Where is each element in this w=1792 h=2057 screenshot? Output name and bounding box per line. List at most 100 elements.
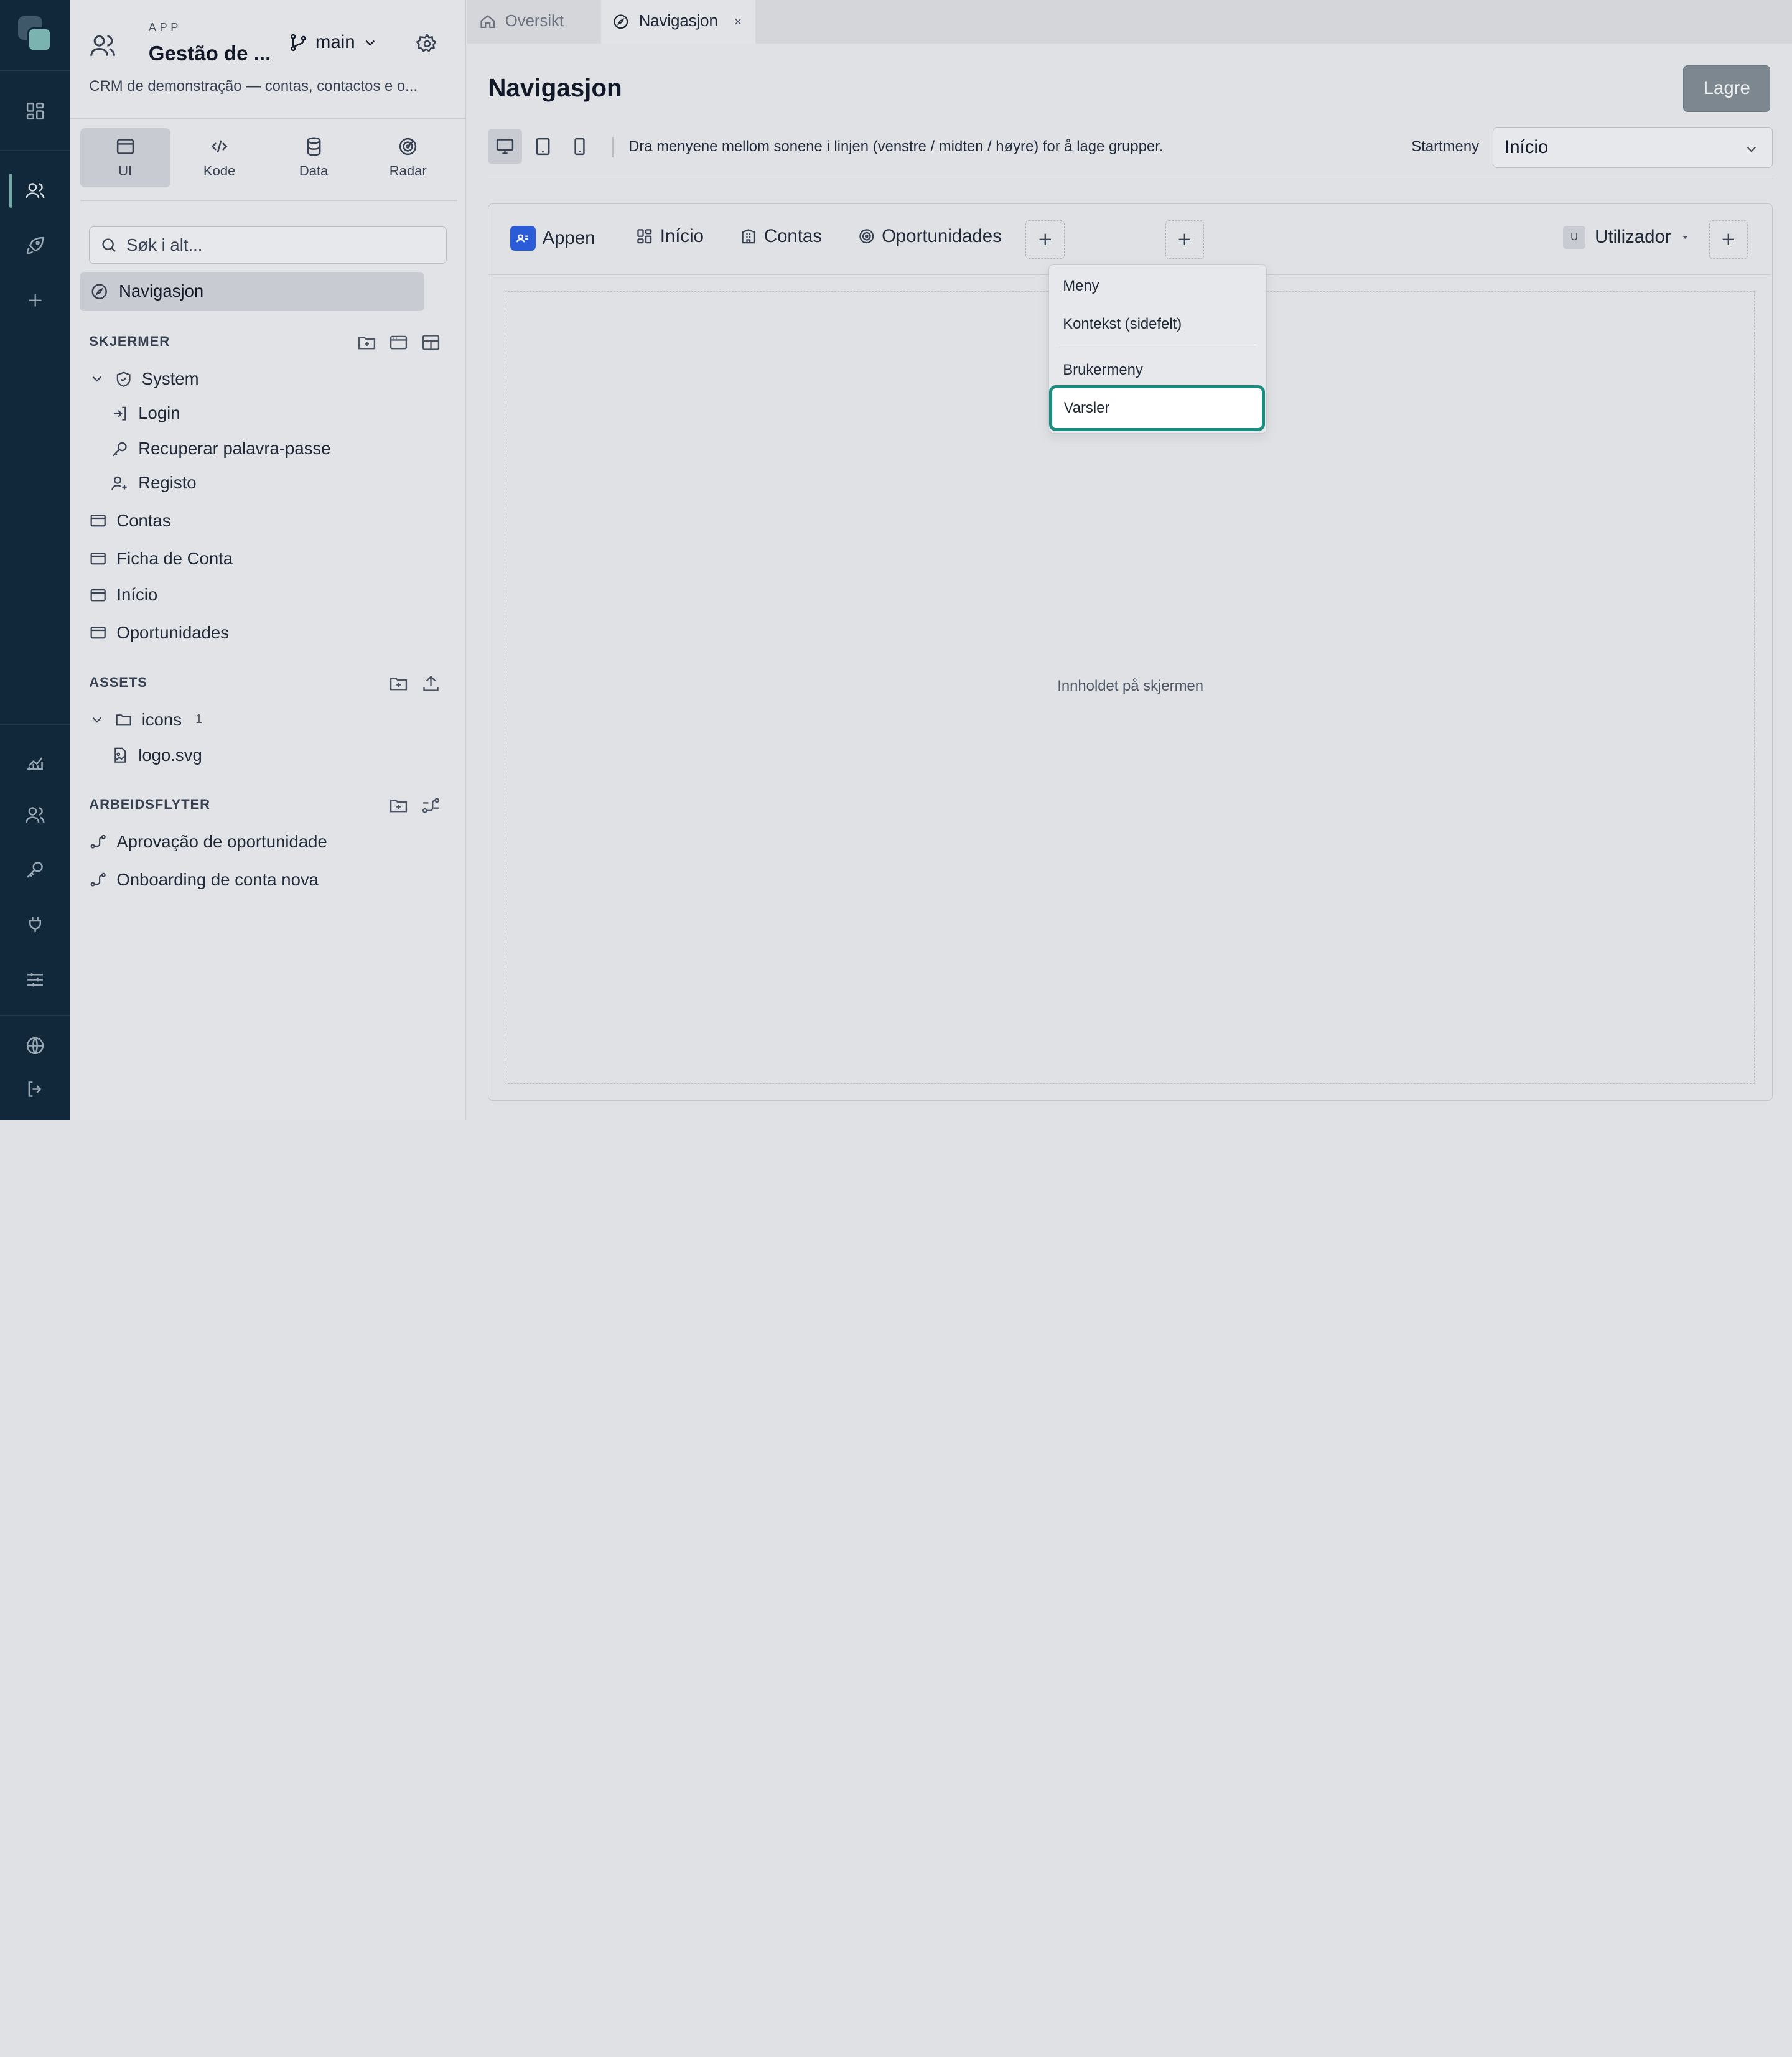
tree-label: Ficha de Conta	[116, 548, 233, 568]
tree-item-register[interactable]: Registo	[111, 473, 197, 493]
tree-label: Onboarding de conta nova	[116, 869, 319, 889]
screen-icon	[89, 623, 107, 641]
add-middle-menu-button[interactable]	[1165, 220, 1204, 259]
tree-item-recover[interactable]: Recuperar palavra-passe	[111, 439, 331, 459]
tree-label: Aprovação de oportunidade	[116, 832, 327, 852]
contact-card-icon	[510, 225, 536, 251]
mode-ui[interactable]: UI	[80, 128, 170, 188]
compass-icon	[90, 282, 108, 301]
dashboard-icon[interactable]	[23, 98, 48, 123]
mode-data[interactable]: Data	[269, 128, 359, 188]
tab-label: Oversikt	[505, 12, 564, 30]
search-input[interactable]	[126, 235, 435, 255]
save-button[interactable]: Lagre	[1683, 65, 1771, 112]
rocket-icon[interactable]	[23, 233, 48, 258]
tree-label: Contas	[116, 511, 171, 530]
plug-icon[interactable]	[23, 912, 48, 937]
tree-item-oportunidades[interactable]: Oportunidades	[89, 623, 229, 643]
team-icon[interactable]	[23, 802, 48, 827]
tree-item-logo[interactable]: logo.svg	[111, 745, 202, 765]
start-menu-select[interactable]: Início	[1492, 126, 1773, 168]
tree-item-contas[interactable]: Contas	[89, 511, 171, 531]
login-icon	[111, 404, 129, 422]
analytics-icon[interactable]	[23, 749, 48, 773]
navbar-app-brand[interactable]: Appen	[510, 225, 595, 251]
branch-selector[interactable]: main	[288, 32, 378, 53]
tree-item-inicio[interactable]: Início	[89, 585, 157, 605]
new-folder-icon[interactable]	[388, 673, 409, 694]
plus-icon[interactable]	[23, 288, 48, 313]
menu-item-kontekst[interactable]: Kontekst (sidefelt)	[1063, 315, 1182, 333]
sidebar-item-navigasjon[interactable]: Navigasjon	[80, 272, 424, 311]
desktop-view-button[interactable]	[488, 129, 523, 164]
screens-tools	[357, 332, 441, 353]
screen-icon	[89, 549, 107, 567]
tree-label: Registo	[138, 473, 197, 493]
user-avatar: U	[1562, 225, 1586, 249]
app-users-icon	[89, 32, 116, 59]
add-left-menu-button[interactable]	[1025, 220, 1065, 259]
app-title[interactable]: Gestão de ...	[149, 42, 271, 66]
building-icon	[740, 228, 757, 245]
navbar-item-label: Início	[660, 225, 704, 246]
new-screen-icon[interactable]	[388, 332, 409, 353]
app-logo[interactable]	[18, 16, 52, 52]
close-icon[interactable]: ×	[734, 14, 742, 30]
new-folder-icon[interactable]	[388, 795, 409, 816]
screen-icon	[89, 511, 107, 529]
mode-label: UI	[118, 162, 133, 179]
sliders-icon[interactable]	[23, 967, 48, 992]
layout-icon[interactable]	[421, 332, 441, 353]
menu-item-varsler[interactable]: Varsler	[1049, 385, 1266, 431]
gear-icon[interactable]	[416, 33, 438, 55]
tree-group-system[interactable]: System	[89, 369, 199, 389]
tree-folder-icons[interactable]: icons 1	[89, 710, 202, 730]
tree-item-login[interactable]: Login	[111, 403, 180, 423]
logout-icon[interactable]	[23, 1076, 48, 1101]
target-icon	[858, 228, 875, 245]
mode-label: Radar	[389, 162, 427, 179]
tree-item-workflow-1[interactable]: Aprovação de oportunidade	[89, 832, 327, 852]
sidebar: APP Gestão de ... main CRM de demonstraç…	[70, 0, 467, 1120]
chevron-down-icon	[89, 712, 105, 728]
tree-item-workflow-2[interactable]: Onboarding de conta nova	[89, 870, 319, 890]
key-icon[interactable]	[23, 857, 48, 882]
database-icon	[304, 136, 324, 157]
workflow-icon	[89, 870, 107, 889]
icon-rail	[0, 0, 70, 1120]
mode-kode[interactable]: Kode	[174, 128, 264, 188]
add-right-menu-button[interactable]	[1709, 220, 1748, 259]
tab-oversikt[interactable]: Oversikt	[467, 0, 600, 44]
assets-tools	[388, 673, 441, 694]
folder-icon	[114, 711, 133, 729]
search-box[interactable]	[89, 226, 447, 264]
navbar-item-oportunidades[interactable]: Oportunidades	[858, 226, 1002, 247]
menu-item-meny[interactable]: Meny	[1063, 278, 1099, 295]
navbar-item-inicio[interactable]: Início	[636, 226, 704, 247]
mode-radar[interactable]: Radar	[363, 128, 453, 188]
workflow-icon[interactable]	[421, 795, 441, 816]
mode-label: Kode	[203, 162, 236, 179]
navbar-user-label: Utilizador	[1595, 226, 1671, 248]
tablet-view-button[interactable]	[526, 129, 560, 164]
shield-icon	[114, 370, 133, 388]
new-folder-icon[interactable]	[357, 332, 377, 353]
navbar-app-label: Appen	[542, 228, 595, 249]
branch-label: main	[315, 32, 355, 53]
upload-icon[interactable]	[421, 673, 441, 694]
plus-icon	[1720, 231, 1737, 248]
navbar-item-contas[interactable]: Contas	[740, 226, 822, 247]
tablet-icon	[533, 136, 553, 157]
users-icon[interactable]	[23, 179, 48, 203]
menu-item-brukermeny[interactable]: Brukermeny	[1063, 361, 1143, 379]
section-header-screens: SKJERMER	[89, 334, 170, 350]
mobile-view-button[interactable]	[562, 129, 597, 164]
globe-icon[interactable]	[23, 1033, 48, 1058]
mode-switcher: UI Kode Data Radar	[80, 128, 457, 190]
key-icon	[111, 440, 129, 458]
navbar-item-label: Contas	[763, 225, 822, 246]
content-placeholder-label: Innholdet på skjermen	[1057, 678, 1203, 695]
navbar-user-menu[interactable]: U Utilizador	[1562, 225, 1691, 249]
tab-navigasjon[interactable]: Navigasjon ×	[601, 0, 756, 44]
tree-item-ficha[interactable]: Ficha de Conta	[89, 549, 233, 569]
